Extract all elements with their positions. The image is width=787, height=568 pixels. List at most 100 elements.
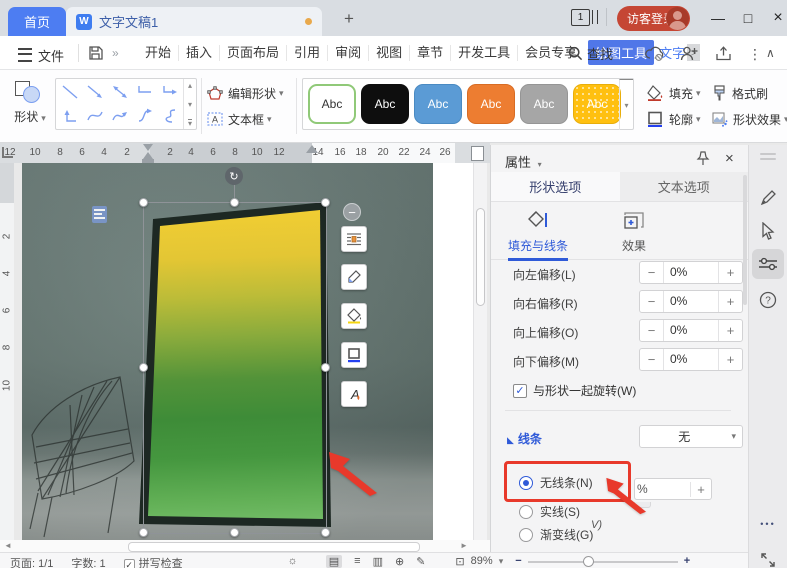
eye-protection-icon[interactable]: ☼ (288, 555, 298, 567)
fill-button[interactable]: 填充▾ (646, 82, 701, 104)
resize-handle-sw[interactable] (139, 528, 148, 537)
decrement-button[interactable]: − (640, 265, 663, 280)
spellcheck-toggle[interactable]: ✓拼写检查 (124, 555, 183, 568)
menu-item-start[interactable]: 开始 (138, 45, 179, 61)
quick-style-button[interactable] (341, 264, 367, 290)
style-preset-orange[interactable]: Abc (467, 84, 515, 124)
shape-double-arrow-icon[interactable] (108, 80, 133, 104)
offset-right-value[interactable]: 0% (663, 291, 719, 312)
fill-color-button[interactable] (341, 303, 367, 329)
increment-button[interactable]: + (719, 294, 742, 309)
style-preset-yellow[interactable]: Abc (573, 84, 621, 124)
word-count[interactable]: 字数: 1 (71, 555, 105, 568)
drag-handle-icon[interactable] (760, 158, 776, 160)
multipage-view-button[interactable]: ▥ (373, 555, 383, 568)
style-preset-gray[interactable]: Abc (520, 84, 568, 124)
cloud-sync-icon[interactable] (645, 46, 664, 61)
maximize-button[interactable]: □ (736, 8, 760, 28)
fit-page-icon[interactable]: ⊡ (455, 555, 464, 568)
scroll-down-icon[interactable]: ▾ (188, 100, 192, 109)
outline-color-button[interactable] (341, 342, 367, 368)
shape-arrow-icon[interactable] (83, 80, 108, 104)
sidebar-select-button[interactable] (752, 216, 784, 246)
style-preset-white[interactable]: Abc (308, 84, 356, 124)
resize-handle-s[interactable] (230, 528, 239, 537)
close-button[interactable]: × (766, 8, 787, 28)
guest-login-button[interactable]: 访客登录 (617, 6, 690, 31)
rotate-with-shape-checkbox[interactable]: ✓ 与形状一起旋转(W) (513, 382, 636, 399)
zoom-in-button[interactable]: + (684, 555, 690, 567)
rotate-handle[interactable]: ↻ (225, 167, 243, 185)
resize-handle-nw[interactable] (139, 198, 148, 207)
edit-mode-button[interactable]: ✎ (416, 555, 425, 568)
share-icon[interactable] (715, 46, 732, 61)
document-canvas[interactable]: ↻ − A (14, 163, 490, 540)
scroll-right-icon[interactable]: ► (460, 541, 468, 550)
shape-curve-arrow-icon[interactable] (108, 104, 133, 128)
more-menu-icon[interactable]: ⋮ (748, 46, 762, 63)
find-button[interactable]: 查找 (568, 44, 613, 63)
hanging-indent-marker[interactable] (143, 152, 153, 159)
sidebar-more-button[interactable]: ••• (749, 519, 787, 529)
tab-text-options[interactable]: 文本选项 (620, 172, 749, 201)
increment-button[interactable]: + (719, 265, 742, 280)
save-icon[interactable] (88, 46, 103, 60)
style-preset-blue[interactable]: Abc (414, 84, 462, 124)
scroll-up-icon[interactable]: ▴ (188, 81, 192, 90)
panel-title[interactable]: 属性 ▾ (505, 152, 542, 171)
increment-button[interactable]: + (690, 482, 711, 497)
offset-left-value[interactable]: 0% (663, 262, 719, 283)
sidebar-annotate-button[interactable] (752, 183, 784, 213)
resize-handle-ne[interactable] (321, 198, 330, 207)
style-gallery-more[interactable]: ▾ (619, 79, 633, 130)
outline-view-button[interactable]: ≡ (354, 555, 360, 567)
horizontal-scrollbar-thumb[interactable] (128, 542, 420, 552)
resize-handle-e[interactable] (321, 363, 330, 372)
shape-curve-icon[interactable] (83, 104, 108, 128)
sidebar-properties-button-active[interactable] (752, 249, 784, 279)
subtab-effects[interactable]: 效果 (589, 210, 679, 258)
tab-stop-selector[interactable] (2, 147, 13, 158)
panel-scrollbar-thumb[interactable] (743, 175, 747, 305)
shape-effects-button[interactable]: 形状效果▾ (712, 108, 787, 130)
offset-up-value[interactable]: 0% (663, 320, 719, 341)
shape-scurve-icon[interactable] (157, 104, 182, 128)
minimize-button[interactable]: — (706, 8, 730, 28)
window-count-badge[interactable]: 1 (571, 9, 590, 26)
drag-handle-icon[interactable] (760, 153, 776, 155)
pin-icon[interactable] (696, 151, 710, 166)
tab-document[interactable]: W 文字文稿1 (66, 7, 322, 36)
new-tab-button[interactable]: + (338, 8, 360, 30)
right-indent-marker[interactable] (306, 145, 318, 153)
more-toolbars-chevron[interactable]: » (112, 46, 119, 60)
line-type-dropdown[interactable]: 无 ▾ (639, 425, 743, 448)
zoom-slider[interactable] (528, 561, 678, 563)
edit-shape-button[interactable]: 编辑形状▾ (207, 82, 284, 104)
shape-line-icon[interactable] (58, 80, 83, 104)
increment-button[interactable]: + (719, 323, 742, 338)
menu-item-review[interactable]: 审阅 (328, 45, 369, 61)
page-indicator[interactable]: 页面: 1/1 (10, 555, 53, 568)
decrement-button[interactable]: − (640, 294, 663, 309)
menu-item-view[interactable]: 视图 (369, 45, 410, 61)
zoom-level[interactable]: 89% ▾ (471, 555, 504, 567)
vertical-scrollbar-thumb[interactable] (476, 208, 485, 306)
zoom-slider-thumb[interactable] (583, 556, 594, 567)
line-section-header[interactable]: ◣线条 (507, 430, 542, 447)
shape-elbow-arrow-icon[interactable] (157, 80, 182, 104)
menu-item-section[interactable]: 章节 (410, 45, 451, 61)
first-line-indent-marker[interactable] (143, 144, 153, 151)
tab-shape-options[interactable]: 形状选项 (491, 172, 620, 201)
page-view-button-active[interactable]: ▤ (326, 555, 342, 568)
decrement-button[interactable]: − (640, 323, 663, 338)
gallery-more-icon[interactable]: ▾ (188, 119, 192, 127)
collapse-ribbon-icon[interactable]: ∧ (766, 46, 775, 60)
style-preset-black[interactable]: Abc (361, 84, 409, 124)
tab-home[interactable]: 首页 (8, 7, 66, 36)
resize-handle-w[interactable] (139, 363, 148, 372)
web-view-button[interactable]: ⊕ (395, 555, 404, 568)
resize-handle-se[interactable] (321, 528, 330, 537)
scroll-left-icon[interactable]: ◄ (4, 541, 12, 550)
expand-window-icon[interactable] (752, 545, 784, 568)
menu-item-page-layout[interactable]: 页面布局 (220, 45, 287, 61)
